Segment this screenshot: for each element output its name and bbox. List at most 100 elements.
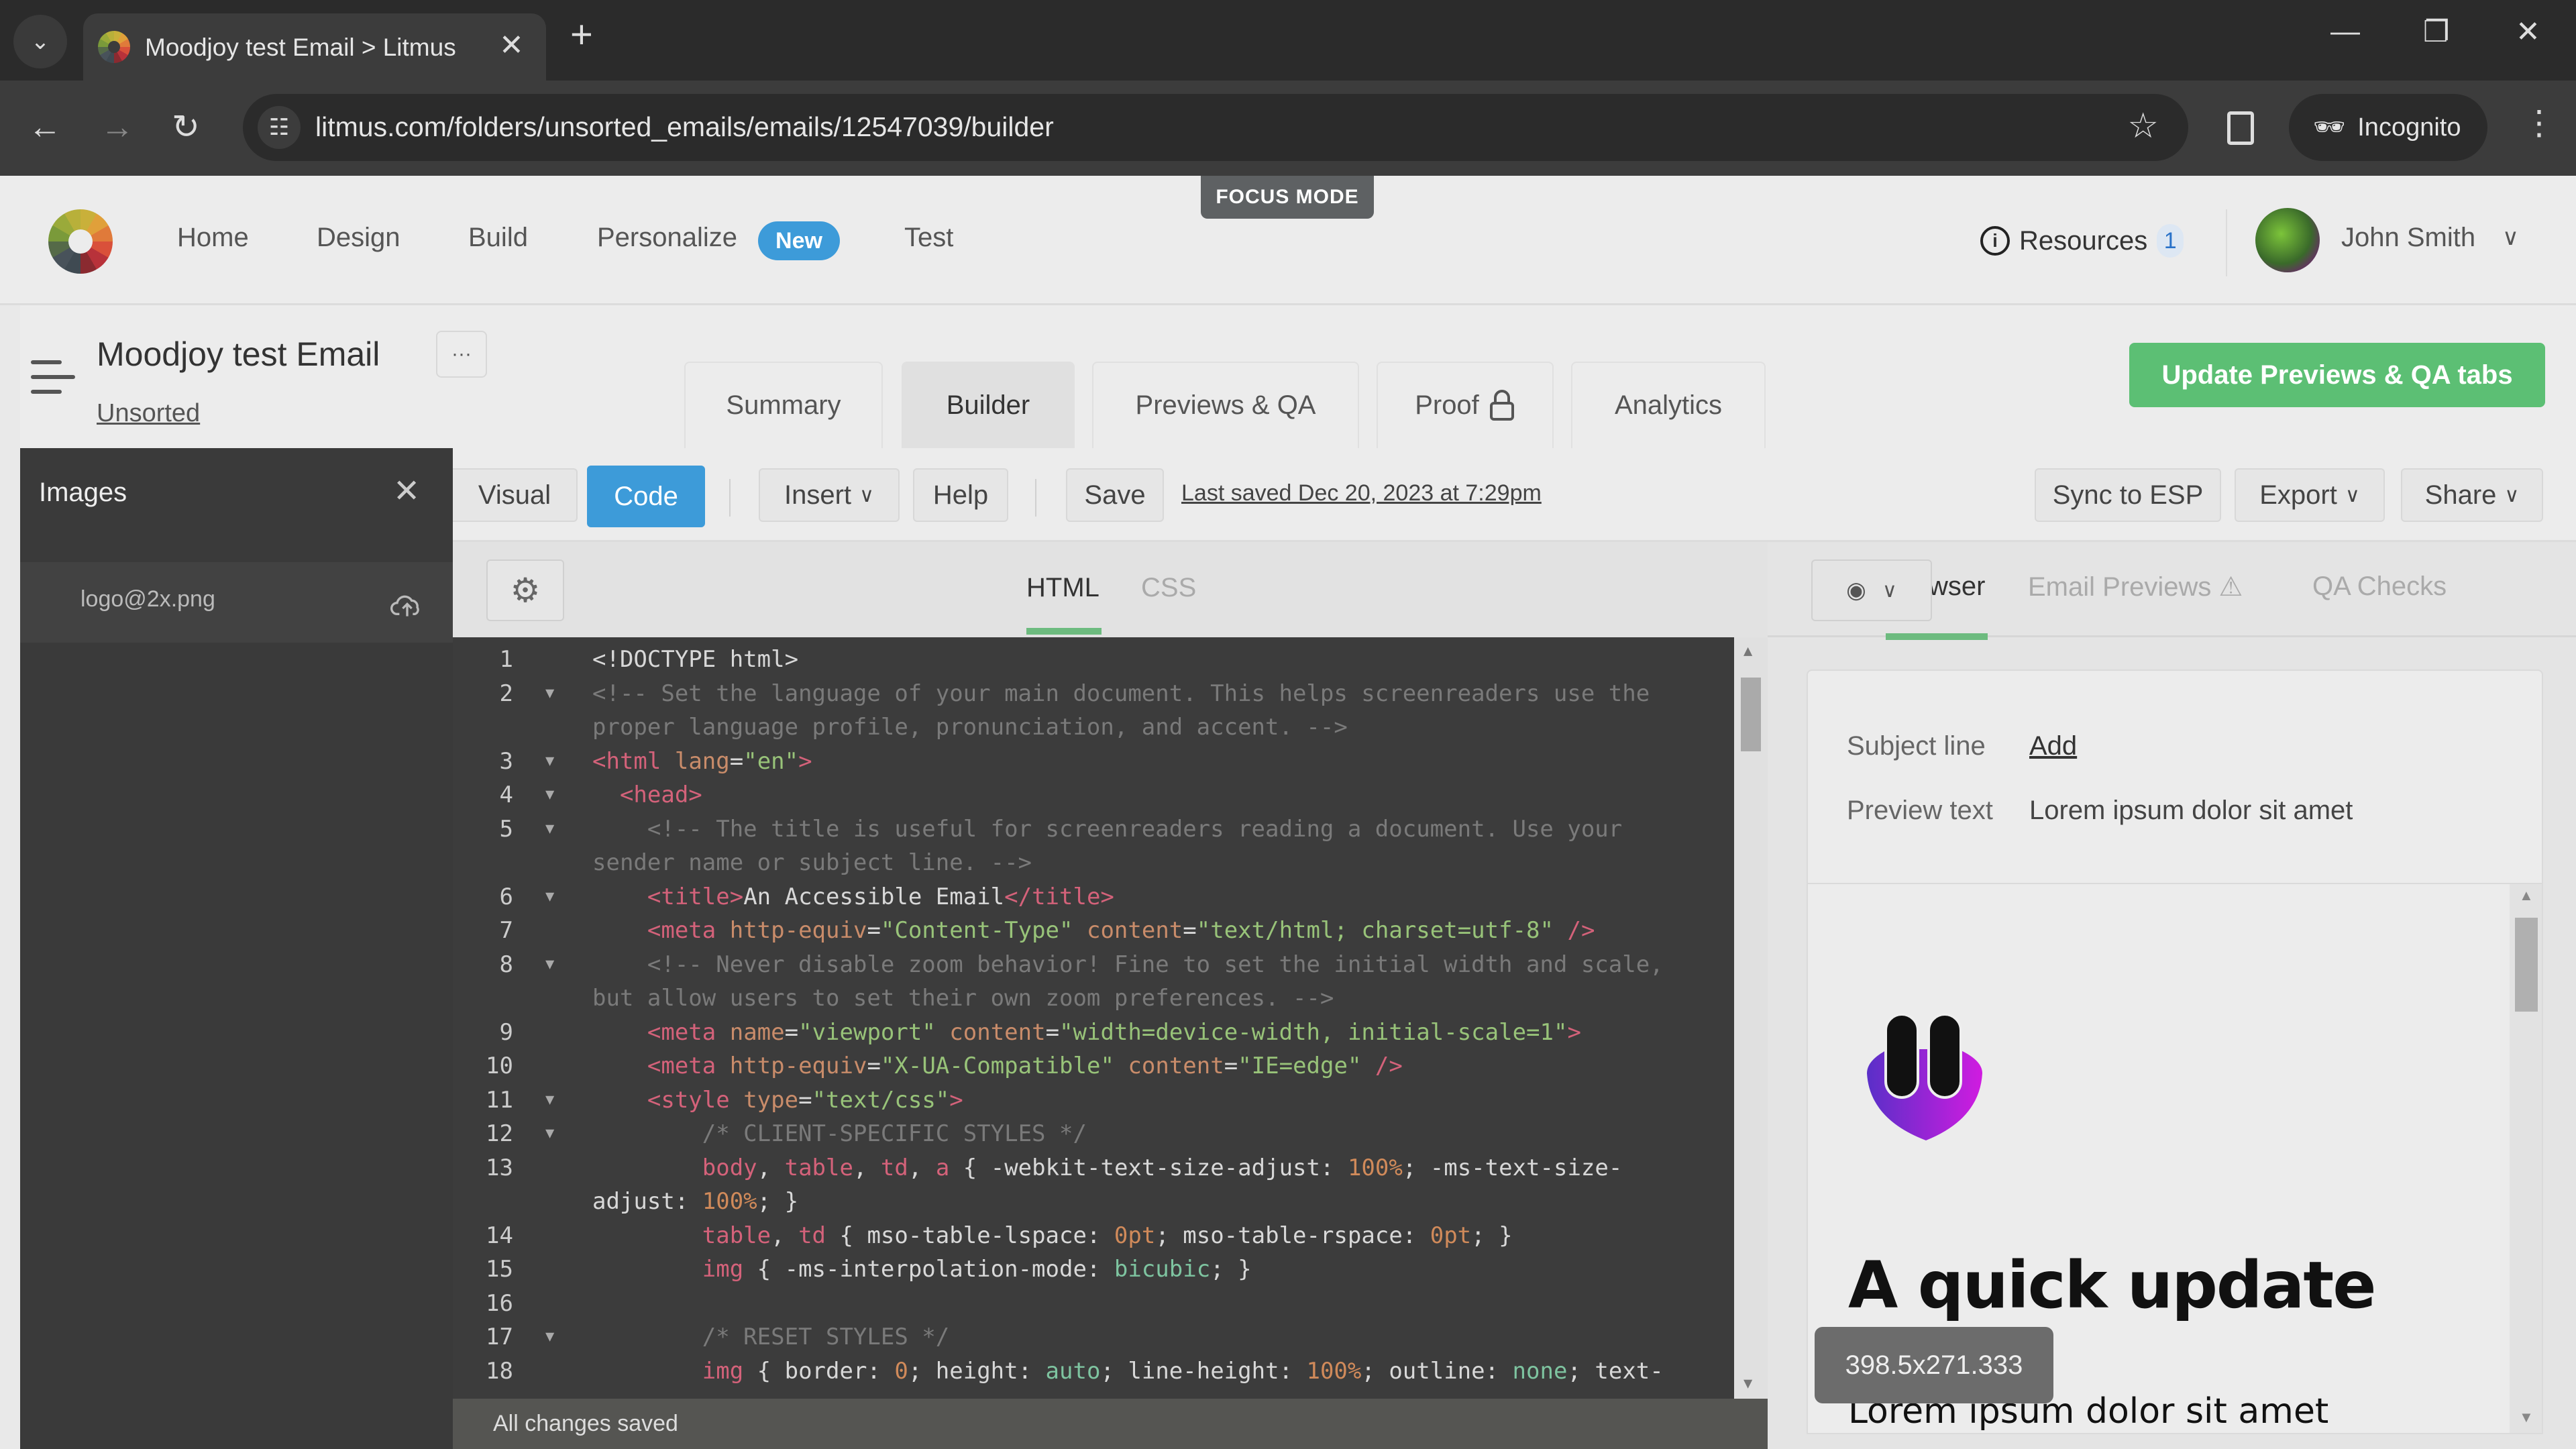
fold-toggle-icon[interactable]: ▼: [545, 812, 554, 846]
fold-toggle-icon[interactable]: ▼: [545, 948, 554, 981]
code-mode-button[interactable]: Code: [587, 466, 705, 527]
fold-toggle-icon[interactable]: ▼: [545, 745, 554, 778]
code-line[interactable]: 1 <!DOCTYPE html>: [453, 643, 1727, 676]
url-text[interactable]: litmus.com/folders/unsorted_emails/email…: [315, 111, 1054, 143]
nav-home[interactable]: Home: [177, 223, 249, 253]
add-subject-link[interactable]: Add: [2029, 731, 2077, 761]
code-line[interactable]: adjust: 100%; }: [453, 1185, 1727, 1218]
code-line[interactable]: 6 ▼ <title>An Accessible Email</title>: [453, 880, 1727, 914]
fold-toggle-icon[interactable]: ▼: [545, 1320, 554, 1354]
code-line[interactable]: 12 ▼ /* CLIENT-SPECIFIC STYLES */: [453, 1117, 1727, 1150]
browser-menu-icon[interactable]: ⋮: [2522, 103, 2556, 142]
fold-toggle-icon[interactable]: ▼: [545, 880, 554, 914]
fold-toggle-icon[interactable]: ▼: [545, 1117, 554, 1150]
scroll-up-icon[interactable]: ▲: [1743, 643, 1752, 659]
chevron-down-icon[interactable]: ∨: [2502, 224, 2519, 251]
folder-link[interactable]: Unsorted: [97, 399, 200, 428]
tab-browser[interactable]: wser: [1929, 572, 1985, 602]
nav-test[interactable]: Test: [904, 223, 953, 253]
preview-scrollbar[interactable]: ▲ ▼: [2510, 884, 2542, 1433]
image-list-item[interactable]: logo@2x.png: [20, 562, 453, 643]
line-number: 2: [499, 680, 513, 707]
more-options-button[interactable]: ···: [436, 331, 487, 378]
reload-icon[interactable]: ↻: [172, 107, 200, 146]
tab-summary[interactable]: Summary: [684, 362, 883, 448]
code-line[interactable]: 2 ▼ <!-- Set the language of your main doc…: [453, 677, 1727, 710]
tab-builder[interactable]: Builder: [902, 362, 1075, 448]
code-line[interactable]: 11 ▼ <style type="text/css">: [453, 1083, 1727, 1117]
litmus-logo[interactable]: [48, 209, 113, 274]
editor-scrollbar[interactable]: ▲ ▼: [1734, 637, 1768, 1399]
tab-analytics[interactable]: Analytics: [1571, 362, 1766, 448]
tab-previews-qa[interactable]: Previews & QA: [1092, 362, 1359, 448]
side-panel-icon[interactable]: [2227, 111, 2254, 145]
toggle-sidebar-icon[interactable]: [31, 360, 79, 394]
visual-mode-button[interactable]: Visual: [453, 468, 578, 522]
editor-settings-button[interactable]: ⚙: [486, 559, 564, 621]
tab-html[interactable]: HTML: [1026, 573, 1099, 603]
code-line[interactable]: 9 <meta name="viewport" content="width=d…: [453, 1016, 1727, 1049]
code-line[interactable]: 17 ▼ /* RESET STYLES */: [453, 1320, 1727, 1354]
tab-email-previews[interactable]: Email Previews ⚠: [2028, 572, 2243, 602]
minimize-icon[interactable]: —: [2330, 15, 2360, 48]
cloud-upload-icon[interactable]: [390, 592, 424, 619]
code-text: /* RESET STYLES */: [702, 1324, 950, 1350]
tab-search-button[interactable]: ⌄: [13, 15, 67, 68]
scrollbar-thumb[interactable]: [2515, 918, 2538, 1012]
code-line[interactable]: 13 body, table, td, a { -webkit-text-siz…: [453, 1151, 1727, 1185]
code-line[interactable]: 15 img { -ms-interpolation-mode: bicubic…: [453, 1252, 1727, 1286]
code-line[interactable]: 5 ▼ <!-- The title is useful for screenre…: [453, 812, 1727, 846]
export-dropdown[interactable]: Export ∨: [2235, 468, 2385, 522]
back-icon[interactable]: ←: [28, 107, 62, 146]
tab-proof[interactable]: Proof: [1377, 362, 1554, 448]
share-dropdown[interactable]: Share ∨: [2401, 468, 2543, 522]
scroll-down-icon[interactable]: ▼: [1743, 1375, 1752, 1392]
update-previews-button[interactable]: Update Previews & QA tabs: [2129, 343, 2545, 407]
code-line[interactable]: sender name or subject line. -->: [453, 846, 1727, 879]
last-saved-link[interactable]: Last saved Dec 20, 2023 at 7:29pm: [1181, 480, 1542, 506]
insert-dropdown[interactable]: Insert ∨: [759, 468, 900, 522]
incognito-profile-button[interactable]: 🕶 Incognito: [2289, 94, 2487, 161]
focus-mode-button[interactable]: FOCUS MODE: [1201, 176, 1374, 219]
nav-personalize[interactable]: Personalize: [597, 223, 737, 253]
nav-design[interactable]: Design: [317, 223, 400, 253]
code-line[interactable]: 8 ▼ <!-- Never disable zoom behavior! Fin…: [453, 948, 1727, 981]
code-line[interactable]: 7 <meta http-equiv="Content-Type" conten…: [453, 914, 1727, 947]
user-name[interactable]: John Smith: [2341, 223, 2475, 253]
site-info-icon[interactable]: ☷: [258, 106, 301, 149]
code-line[interactable]: proper language profile, pronunciation, …: [453, 710, 1727, 744]
code-line[interactable]: but allow users to set their own zoom pr…: [453, 981, 1727, 1015]
address-bar[interactable]: ☷ litmus.com/folders/unsorted_emails/ema…: [243, 94, 2188, 161]
scroll-down-icon[interactable]: ▼: [2519, 1409, 2534, 1426]
bookmark-star-icon[interactable]: ☆: [2127, 106, 2159, 146]
code-line[interactable]: 10 <meta http-equiv="X-UA-Compatible" co…: [453, 1049, 1727, 1083]
avatar[interactable]: [2255, 208, 2320, 272]
close-icon[interactable]: ✕: [393, 472, 420, 510]
code-line[interactable]: 18 img { border: 0; height: auto; line-h…: [453, 1354, 1727, 1388]
fold-toggle-icon[interactable]: ▼: [545, 1083, 554, 1117]
line-number: 11: [486, 1086, 513, 1114]
help-button[interactable]: Help: [913, 468, 1008, 522]
code-line[interactable]: 3 ▼ <html lang="en">: [453, 745, 1727, 778]
resources-button[interactable]: i Resources 1: [1980, 224, 2184, 258]
tab-css[interactable]: CSS: [1141, 573, 1196, 603]
view-mode-dropdown[interactable]: ◉ ∨: [1811, 559, 1932, 621]
new-tab-button[interactable]: +: [570, 12, 593, 57]
code-line[interactable]: 16: [453, 1287, 1727, 1320]
browser-tab[interactable]: Moodjoy test Email > Litmus ✕: [83, 13, 546, 80]
scroll-up-icon[interactable]: ▲: [2519, 887, 2534, 904]
save-button[interactable]: Save: [1066, 468, 1164, 522]
close-window-icon[interactable]: ✕: [2516, 15, 2540, 49]
code-editor[interactable]: 1 <!DOCTYPE html> 2 ▼ <!-- Set the language …: [453, 637, 1768, 1399]
scrollbar-thumb[interactable]: [1741, 678, 1761, 751]
code-line[interactable]: 14 table, td { mso-table-lspace: 0pt; ms…: [453, 1219, 1727, 1252]
nav-build[interactable]: Build: [468, 223, 528, 253]
code-line[interactable]: 4 ▼ <head>: [453, 778, 1727, 812]
restore-icon[interactable]: ❐: [2423, 15, 2449, 49]
fold-toggle-icon[interactable]: ▼: [545, 778, 554, 812]
close-tab-icon[interactable]: ✕: [499, 28, 524, 62]
sync-to-esp-button[interactable]: Sync to ESP: [2035, 468, 2221, 522]
forward-icon[interactable]: →: [101, 107, 134, 146]
tab-qa-checks[interactable]: QA Checks: [2312, 572, 2447, 602]
fold-toggle-icon[interactable]: ▼: [545, 677, 554, 710]
